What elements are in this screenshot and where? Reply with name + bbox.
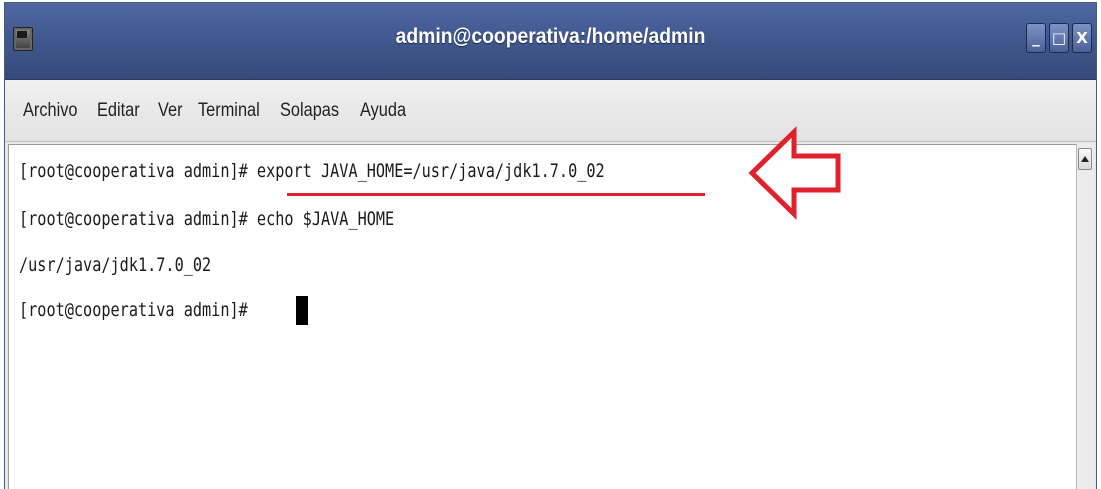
terminal-line-export: [root@cooperativa admin]# export JAVA_HO… xyxy=(19,160,605,182)
terminal-line-echo: [root@cooperativa admin]# echo $JAVA_HOM… xyxy=(19,208,395,230)
terminal-line-output: /usr/java/jdk1.7.0_02 xyxy=(19,254,212,276)
menu-item-ver[interactable]: Ver xyxy=(158,100,183,122)
menu-item-editar[interactable]: Editar xyxy=(97,100,140,122)
window-title: admin@cooperativa:/home/admin xyxy=(395,25,706,48)
terminal-line-prompt: [root@cooperativa admin]# xyxy=(19,299,257,321)
scroll-up-arrow-icon[interactable] xyxy=(1078,148,1092,170)
terminal-app-icon[interactable] xyxy=(13,27,33,51)
window-controls: _ □ X xyxy=(1026,23,1092,53)
terminal-window: admin@cooperativa:/home/admin _ □ X Arch… xyxy=(4,2,1097,489)
minimize-button[interactable]: _ xyxy=(1026,23,1046,53)
maximize-button[interactable]: □ xyxy=(1049,23,1069,53)
annotation-underline xyxy=(287,193,705,196)
menu-item-archivo[interactable]: Archivo xyxy=(23,100,77,122)
menu-item-ayuda[interactable]: Ayuda xyxy=(360,100,406,122)
left-arrow-outline-icon xyxy=(748,126,841,220)
menu-item-solapas[interactable]: Solapas xyxy=(280,100,339,122)
terminal-cursor xyxy=(296,296,308,325)
menu-bar: Archivo Editar Ver Terminal Solapas Ayud… xyxy=(5,80,1096,142)
menu-item-terminal[interactable]: Terminal xyxy=(198,100,260,122)
close-button[interactable]: X xyxy=(1072,23,1092,53)
vertical-scrollbar[interactable] xyxy=(1076,144,1094,489)
title-bar[interactable]: admin@cooperativa:/home/admin _ □ X xyxy=(5,3,1096,80)
